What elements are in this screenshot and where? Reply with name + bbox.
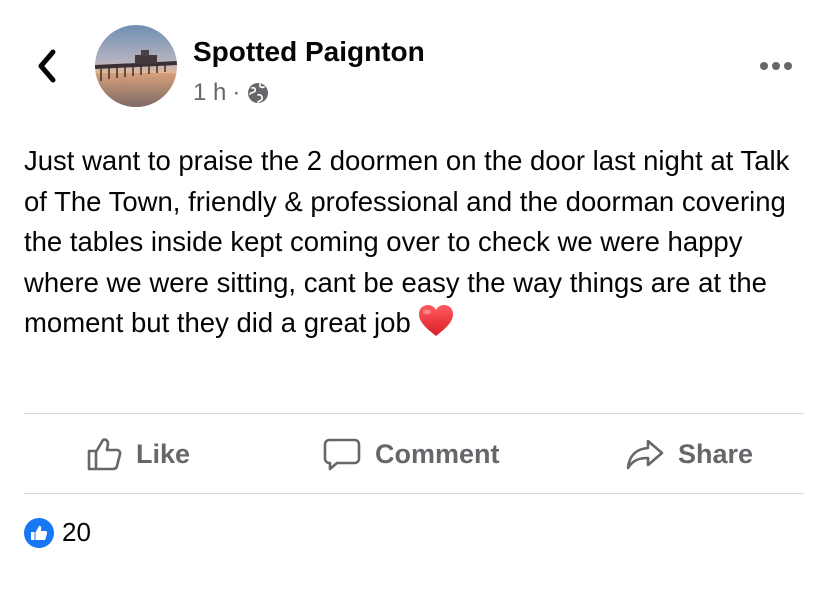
heart-emoji-icon [417, 303, 455, 339]
post-time[interactable]: 1 h [193, 79, 226, 107]
comment-button[interactable]: Comment [323, 437, 500, 471]
avatar[interactable] [95, 25, 177, 107]
thumbs-up-icon [87, 438, 122, 471]
page-name[interactable]: Spotted Paignton [193, 36, 425, 68]
post-meta: 1 h · [193, 78, 270, 108]
more-dot [772, 62, 780, 70]
post-body: Just want to praise the 2 doormen on the… [24, 141, 814, 344]
action-bar: Like Comment Share [24, 414, 804, 494]
reaction-count: 20 [62, 517, 91, 547]
back-button[interactable] [30, 46, 64, 86]
chevron-left-icon [38, 49, 56, 83]
share-arrow-icon [626, 439, 664, 470]
more-dot [784, 62, 792, 70]
meta-separator: · [232, 79, 241, 106]
share-button[interactable]: Share [626, 438, 753, 470]
more-options-button[interactable] [756, 56, 796, 76]
share-label: Share [678, 438, 754, 469]
like-label: Like [136, 438, 191, 469]
more-dot [760, 62, 768, 70]
like-reaction-icon [24, 517, 54, 548]
comment-bubble-icon [323, 438, 361, 471]
reactions-summary[interactable]: 20 [24, 517, 91, 548]
globe-icon [246, 81, 270, 105]
like-button[interactable]: Like [86, 437, 190, 471]
comment-label: Comment [375, 438, 500, 469]
post-text: Just want to praise the 2 doormen on the… [24, 145, 790, 338]
